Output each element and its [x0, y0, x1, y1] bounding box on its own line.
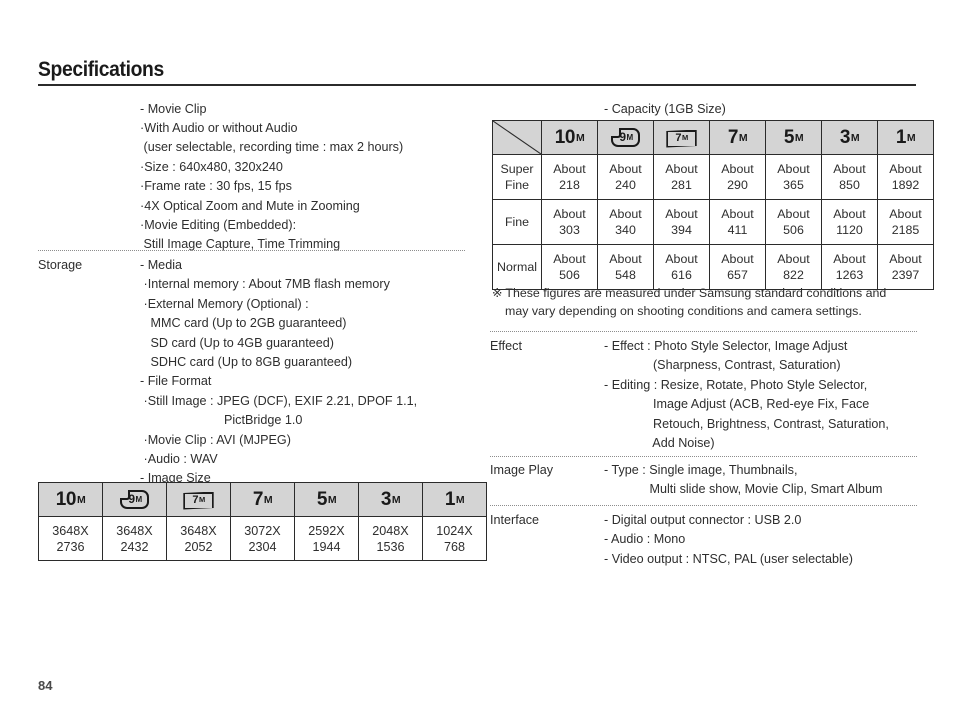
image-dimension-cell: 2592X 1944 — [294, 516, 359, 561]
capacity-cell: About 506 — [765, 199, 822, 245]
divider-interface — [490, 505, 917, 506]
interface-label: Interface — [490, 513, 540, 527]
table-row: Fine About 303 About 340 About 394 About… — [492, 199, 934, 245]
resolution-1m-icon: 1M — [444, 488, 465, 510]
capacity-header-row: 10M 9M 7M 7M 5M 3M 1M — [492, 120, 934, 155]
capacity-cell: About 1892 — [877, 154, 934, 200]
image-size-header-row: 10M 9M 7M 7M 5M 3M 1M — [38, 482, 487, 517]
capacity-cell: About 2185 — [877, 199, 934, 245]
resolution-3m-icon: 3M — [839, 126, 860, 148]
capacity-cell: About 281 — [653, 154, 710, 200]
divider-storage — [38, 250, 465, 251]
quality-row-label: Super Fine — [492, 154, 542, 200]
capacity-cell: About 850 — [821, 154, 878, 200]
image-dimension-cell: 3648X 2736 — [38, 516, 103, 561]
resolution-5m-icon: 5M — [783, 126, 804, 148]
resolution-7m-icon: 7M — [252, 488, 273, 510]
image-dimension-cell: 2048X 1536 — [358, 516, 423, 561]
movie-clip-details: ·With Audio or without Audio (user selec… — [140, 121, 404, 252]
header-resolution-1m-icon: 1M — [422, 482, 487, 517]
capacity-cell: About 240 — [597, 154, 654, 200]
image-play-details: - Type : Single image, Thumbnails, Multi… — [604, 463, 883, 497]
header-resolution-5m-icon: 5M — [765, 120, 822, 155]
note-mark-icon: ※ — [492, 286, 503, 300]
resolution-10m-icon: 10M — [554, 126, 585, 148]
quality-row-label: Fine — [492, 199, 542, 245]
resolution-1m-icon: 1M — [895, 126, 916, 148]
capacity-cell: About 1120 — [821, 199, 878, 245]
resolution-9m-icon: 9M — [611, 128, 640, 147]
resolution-9m-icon: 9M — [120, 490, 149, 509]
note-line-1: These figures are measured under Samsung… — [505, 286, 887, 300]
capacity-cell: About 548 — [597, 244, 654, 290]
capacity-cell: About 506 — [541, 244, 598, 290]
image-dimension-cell: 3648X 2432 — [102, 516, 167, 561]
capacity-cell: About 303 — [541, 199, 598, 245]
header-resolution-7m-wide-icon: 7M — [166, 482, 231, 517]
capacity-cell: About 340 — [597, 199, 654, 245]
image-size-table: 10M 9M 7M 7M 5M 3M 1M 3648X 2736 3648X 2… — [38, 482, 487, 561]
header-resolution-3m-icon: 3M — [821, 120, 878, 155]
capacity-cell: About 365 — [765, 154, 822, 200]
capacity-cell: About 394 — [653, 199, 710, 245]
divider-effect — [490, 331, 917, 332]
header-resolution-5m-icon: 5M — [294, 482, 359, 517]
header-resolution-1m-icon: 1M — [877, 120, 934, 155]
quality-row-label: Normal — [492, 244, 542, 290]
resolution-10m-icon: 10M — [55, 488, 86, 510]
capacity-cell: About 290 — [709, 154, 766, 200]
movie-clip-heading: - Movie Clip — [140, 102, 207, 116]
capacity-note: ※ These figures are measured under Samsun… — [492, 285, 922, 320]
storage-label: Storage — [38, 258, 83, 272]
header-resolution-10m-icon: 10M — [38, 482, 103, 517]
capacity-corner-cell — [492, 120, 542, 155]
image-dimension-cell: 3648X 2052 — [166, 516, 231, 561]
header-resolution-10m-icon: 10M — [541, 120, 598, 155]
header-resolution-7m-icon: 7M — [230, 482, 295, 517]
resolution-5m-icon: 5M — [316, 488, 337, 510]
resolution-3m-icon: 3M — [380, 488, 401, 510]
capacity-cell: About 2397 — [877, 244, 934, 290]
header-resolution-7m-wide-icon: 7M — [653, 120, 710, 155]
image-dimension-cell: 1024X 768 — [422, 516, 487, 561]
resolution-7m-wide-icon: 7M — [183, 491, 214, 510]
image-dimension-cell: 3072X 2304 — [230, 516, 295, 561]
capacity-cell: About 1263 — [821, 244, 878, 290]
note-line-2: may vary depending on shooting condition… — [505, 303, 862, 318]
page-number: 84 — [38, 678, 53, 693]
diagonal-divider-icon — [493, 121, 541, 154]
header-resolution-7m-icon: 7M — [709, 120, 766, 155]
capacity-cell: About 616 — [653, 244, 710, 290]
resolution-7m-icon: 7M — [727, 126, 748, 148]
capacity-cell: About 411 — [709, 199, 766, 245]
header-resolution-3m-icon: 3M — [358, 482, 423, 517]
header-resolution-9m-icon: 9M — [597, 120, 654, 155]
page-title: Specifications — [38, 58, 164, 81]
capacity-cell: About 657 — [709, 244, 766, 290]
image-play-label: Image Play — [490, 463, 553, 477]
table-row: Super Fine About 218 About 240 About 281… — [492, 154, 934, 200]
title-underline-rule — [38, 84, 916, 86]
interface-details: - Digital output connector : USB 2.0 - A… — [604, 513, 853, 566]
capacity-table: 10M 9M 7M 7M 5M 3M 1M Super Fine About 2… — [492, 120, 934, 290]
capacity-title: - Capacity (1GB Size) — [604, 102, 726, 116]
effect-label: Effect — [490, 339, 522, 353]
resolution-7m-wide-icon: 7M — [666, 129, 697, 148]
image-size-dimension-row: 3648X 2736 3648X 2432 3648X 2052 3072X 2… — [38, 516, 487, 561]
capacity-cell: About 822 — [765, 244, 822, 290]
divider-image-play — [490, 456, 917, 457]
effect-details: - Effect : Photo Style Selector, Image A… — [604, 339, 889, 451]
header-resolution-9m-icon: 9M — [102, 482, 167, 517]
capacity-cell: About 218 — [541, 154, 598, 200]
storage-details: - Media ·Internal memory : About 7MB fla… — [140, 258, 418, 486]
table-row: Normal About 506 About 548 About 616 Abo… — [492, 244, 934, 290]
